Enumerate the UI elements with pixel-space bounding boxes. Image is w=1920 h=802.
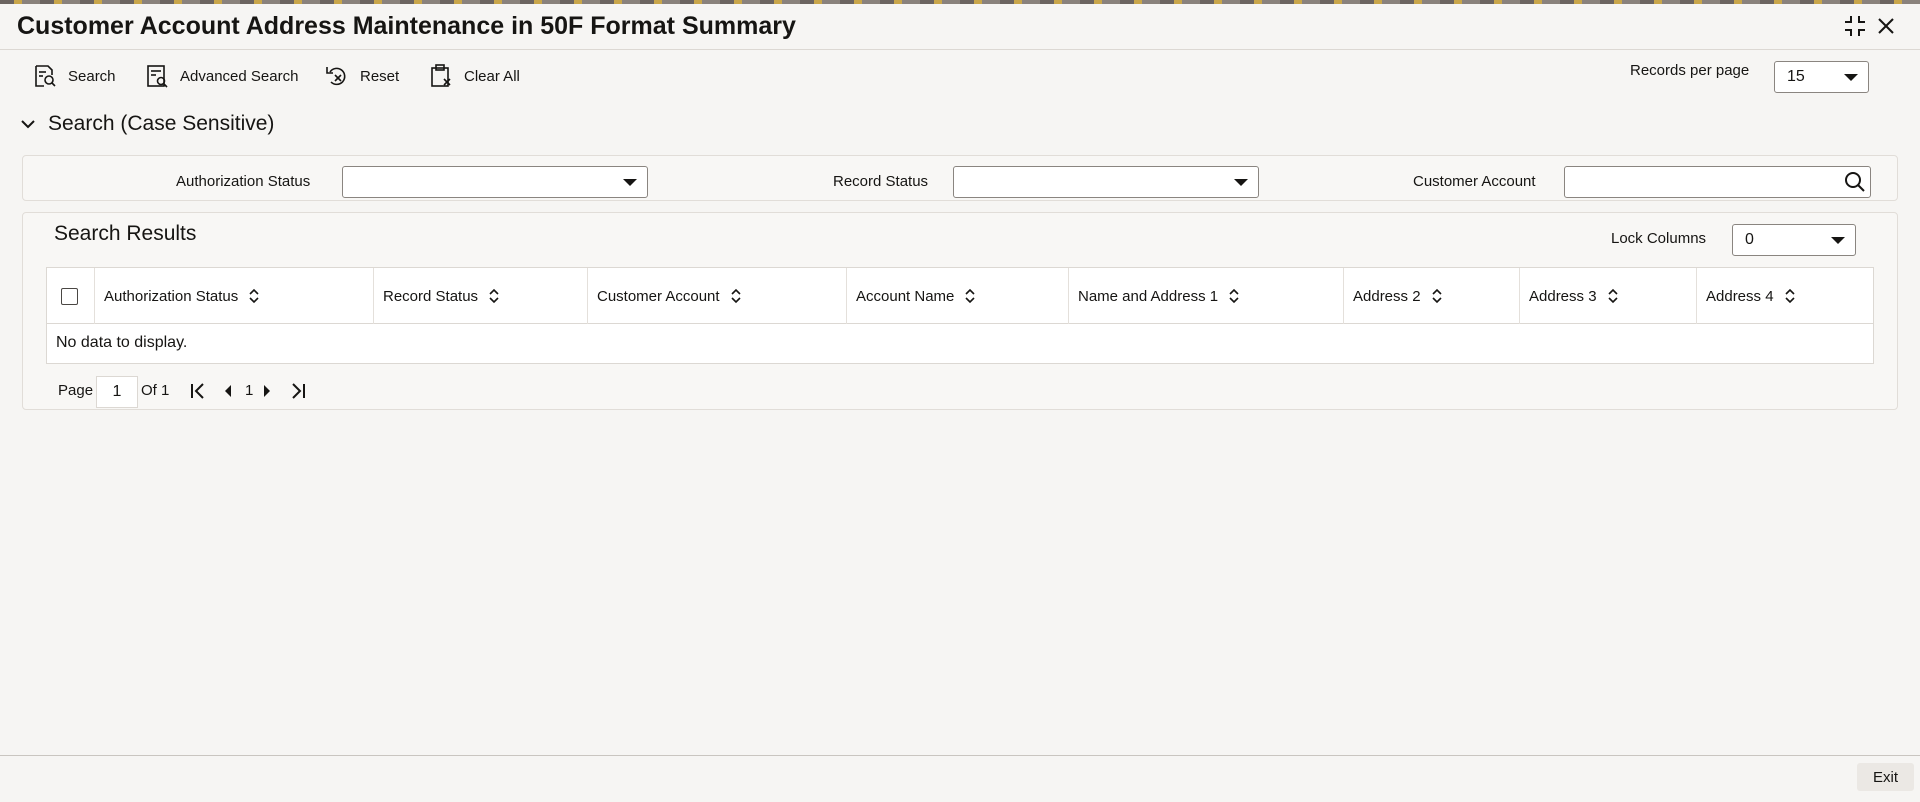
column-header-label: Name and Address 1 bbox=[1078, 287, 1219, 305]
column-header-record-status[interactable]: Record Status bbox=[373, 268, 587, 324]
sort-icon bbox=[249, 288, 259, 304]
current-page-number: 1 bbox=[245, 382, 254, 399]
search-results-title: Search Results bbox=[54, 222, 197, 245]
close-icon bbox=[1878, 18, 1894, 34]
advanced-search-button[interactable]: Advanced Search bbox=[144, 62, 298, 90]
customer-account-input[interactable] bbox=[1564, 166, 1871, 198]
empty-table-message: No data to display. bbox=[56, 334, 188, 351]
title-bar: Customer Account Address Maintenance in … bbox=[0, 4, 1920, 50]
minimize-window-button[interactable] bbox=[1841, 12, 1869, 40]
column-header-account-name[interactable]: Account Name bbox=[846, 268, 1068, 324]
search-button-label: Search bbox=[68, 67, 116, 85]
exit-button[interactable]: Exit bbox=[1857, 763, 1914, 791]
customer-account-label: Customer Account bbox=[1413, 173, 1536, 190]
column-header-label: Address 2 bbox=[1353, 287, 1421, 305]
page-label: Page bbox=[58, 382, 94, 399]
table-header: Authorization Status Record Status Custo… bbox=[47, 268, 1873, 324]
page-number-input[interactable]: 1 bbox=[96, 376, 138, 408]
search-section-toggle[interactable]: Search (Case Sensitive) bbox=[20, 110, 274, 138]
records-per-page-label: Records per page bbox=[1630, 62, 1750, 79]
record-status-select[interactable] bbox=[953, 166, 1259, 198]
column-header-label: Customer Account bbox=[597, 287, 720, 305]
column-header-name-and-address-1[interactable]: Name and Address 1 bbox=[1068, 268, 1343, 324]
records-per-page-select[interactable]: 15 bbox=[1774, 61, 1869, 93]
select-all-checkbox[interactable] bbox=[61, 288, 78, 305]
chevron-down-icon bbox=[21, 120, 35, 129]
close-window-button[interactable] bbox=[1872, 12, 1900, 40]
chevron-down-icon bbox=[1831, 237, 1845, 244]
lock-columns-value: 0 bbox=[1745, 231, 1754, 248]
column-header-label: Address 4 bbox=[1706, 287, 1774, 305]
first-page-button[interactable] bbox=[190, 382, 206, 404]
column-header-address-3[interactable]: Address 3 bbox=[1519, 268, 1696, 324]
search-icon bbox=[1845, 172, 1865, 192]
column-header-address-2[interactable]: Address 2 bbox=[1343, 268, 1519, 324]
sort-icon bbox=[1607, 288, 1618, 304]
page-title: Customer Account Address Maintenance in … bbox=[17, 12, 796, 40]
next-page-button[interactable] bbox=[262, 382, 272, 404]
sort-icon bbox=[965, 288, 975, 304]
column-header-label: Authorization Status bbox=[104, 287, 239, 305]
column-header-customer-account[interactable]: Customer Account bbox=[587, 268, 846, 324]
advanced-search-button-label: Advanced Search bbox=[180, 67, 299, 85]
column-header-label: Record Status bbox=[383, 287, 479, 305]
search-form-icon bbox=[35, 65, 56, 87]
next-page-icon bbox=[264, 385, 270, 397]
column-header-address-4[interactable]: Address 4 bbox=[1696, 268, 1873, 324]
reset-icon bbox=[326, 67, 346, 86]
collapse-icon bbox=[1845, 16, 1865, 36]
lock-columns-label: Lock Columns bbox=[1611, 230, 1707, 247]
customer-account-lookup-button[interactable] bbox=[1843, 170, 1867, 194]
reset-button[interactable]: Reset bbox=[324, 62, 399, 90]
column-header-label: Account Name bbox=[856, 287, 955, 305]
last-page-icon bbox=[292, 383, 305, 399]
chevron-down-icon bbox=[1234, 179, 1248, 186]
results-table: Authorization Status Record Status Custo… bbox=[46, 267, 1874, 364]
reset-button-label: Reset bbox=[360, 67, 400, 85]
page-number-value: 1 bbox=[112, 383, 122, 400]
authorization-status-select[interactable] bbox=[342, 166, 648, 198]
search-section-title: Search (Case Sensitive) bbox=[48, 112, 275, 135]
page-count-label: Of 1 bbox=[141, 382, 170, 399]
records-per-page-value: 15 bbox=[1787, 68, 1805, 85]
lock-columns-select[interactable]: 0 bbox=[1732, 224, 1856, 256]
sort-icon bbox=[1784, 288, 1795, 304]
sort-icon bbox=[1229, 288, 1239, 304]
column-header-label: Address 3 bbox=[1529, 287, 1597, 305]
footer-bar bbox=[0, 755, 1920, 802]
previous-page-button[interactable] bbox=[223, 382, 233, 404]
chevron-down-icon bbox=[623, 179, 637, 186]
last-page-button[interactable] bbox=[290, 382, 306, 404]
sort-icon bbox=[1431, 288, 1442, 304]
previous-page-icon bbox=[225, 385, 231, 397]
authorization-status-label: Authorization Status bbox=[176, 173, 311, 190]
chevron-down-icon bbox=[1844, 74, 1858, 81]
sort-icon bbox=[489, 288, 499, 304]
advanced-search-icon bbox=[147, 65, 168, 88]
pagination: Page 1 Of 1 1 bbox=[58, 376, 358, 408]
search-button[interactable]: Search bbox=[32, 62, 116, 90]
sort-icon bbox=[730, 288, 741, 304]
first-page-icon bbox=[191, 383, 204, 399]
clipboard-clear-icon bbox=[431, 64, 451, 87]
clear-all-button-label: Clear All bbox=[464, 67, 520, 85]
record-status-label: Record Status bbox=[833, 173, 929, 190]
clear-all-button[interactable]: Clear All bbox=[428, 62, 520, 90]
column-header-authorization-status[interactable]: Authorization Status bbox=[94, 268, 373, 324]
